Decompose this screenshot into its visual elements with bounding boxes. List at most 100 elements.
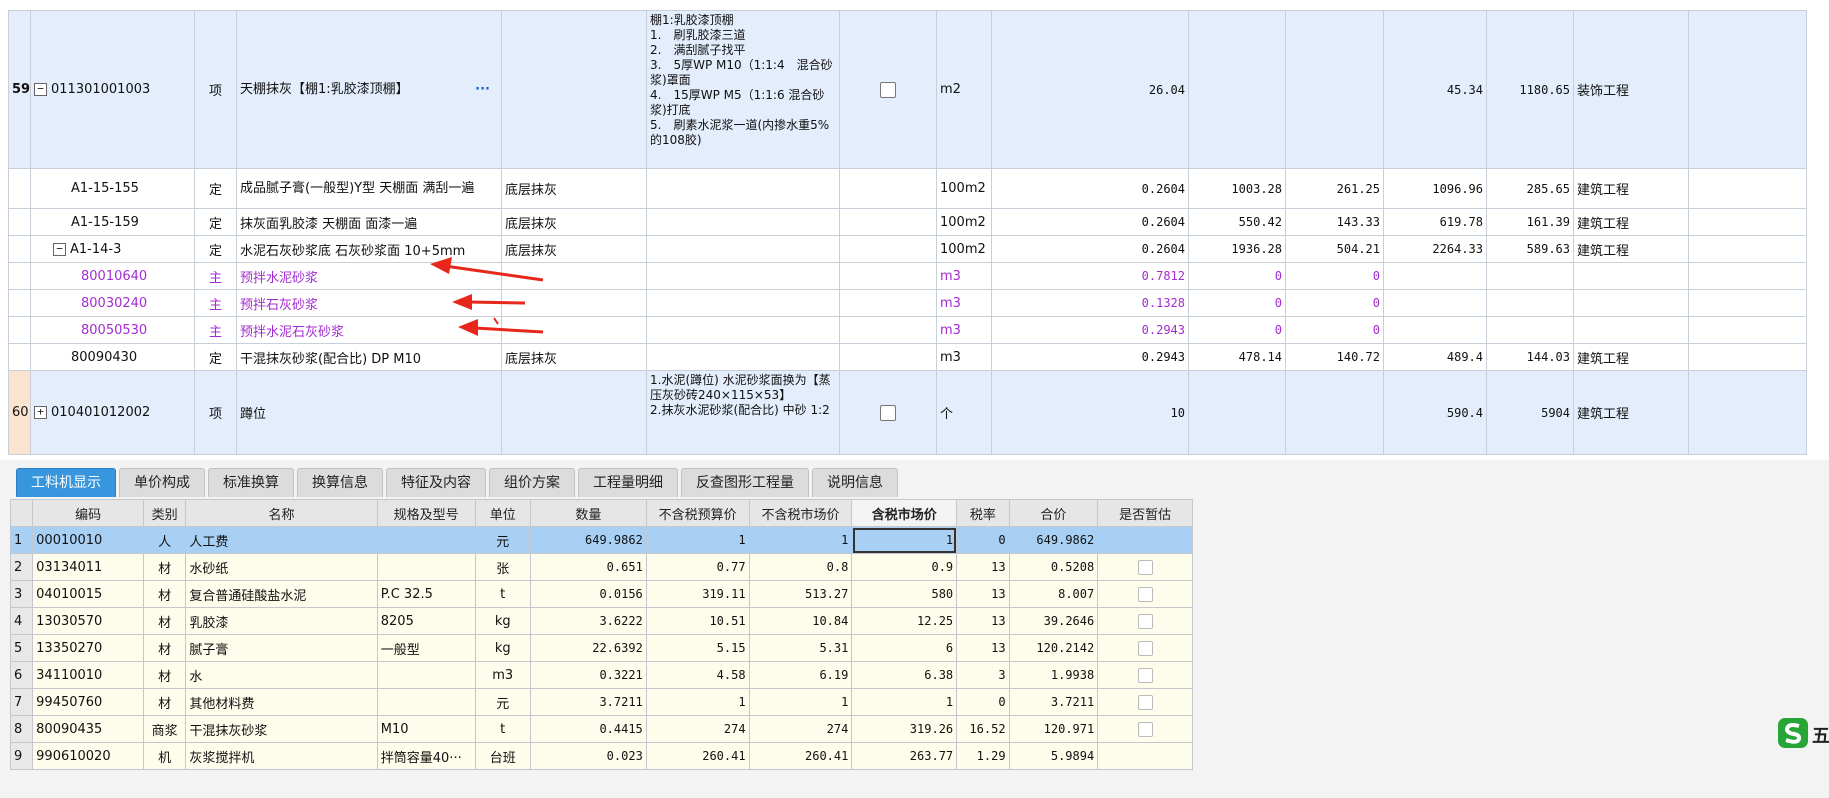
tab-4[interactable]: 特征及内容 (386, 468, 486, 497)
table-row[interactable]: 3 04010015 材复合普通硅酸盐水泥 P.C 32.5 t 0.0156 319.11… (9, 580, 1193, 608)
table-row[interactable]: 7 99450760 材其他材料费元 3.7211 1 1 1 0 3.7211 (9, 688, 1193, 716)
resource-spec[interactable]: P.C 32.5 (376, 580, 476, 608)
resource-spec[interactable]: 8205 (376, 607, 476, 635)
budget-price[interactable]: 10.51 (645, 607, 750, 635)
provisional-cell[interactable] (1097, 580, 1193, 608)
resource-qty[interactable]: 3.7211 (529, 688, 647, 716)
market-price[interactable]: 260.41 (748, 742, 853, 770)
column-header[interactable]: 不含税市场价 (748, 499, 853, 527)
budget-price[interactable]: 4.58 (645, 661, 750, 689)
table-row[interactable]: 6 34110010 材水 m3 0.3221 4.58 6.19 6.38 3 1.9938 (9, 661, 1193, 689)
resource-qty[interactable]: 0.0156 (529, 580, 647, 608)
market-price-tax-input[interactable]: 1 (851, 526, 958, 554)
resource-code[interactable]: 80090435 (32, 715, 144, 743)
resource-name[interactable]: 干混抹灰砂浆 (185, 715, 378, 743)
resource-qty[interactable]: 22.6392 (529, 634, 647, 662)
column-header[interactable]: 税率 (956, 499, 1010, 527)
budget-price[interactable]: 5.15 (645, 634, 750, 662)
resource-qty[interactable]: 0.4415 (529, 715, 647, 743)
provisional-checkbox[interactable] (1137, 613, 1153, 629)
resource-name[interactable]: 乳胶漆 (185, 607, 378, 635)
resource-name[interactable]: 腻子膏 (185, 634, 378, 662)
column-header[interactable]: 编码 (32, 499, 144, 527)
resource-spec[interactable] (376, 661, 476, 689)
provisional-cell[interactable] (1097, 742, 1193, 770)
tax-rate[interactable]: 0 (956, 688, 1010, 716)
resource-qty[interactable]: 0.023 (529, 742, 647, 770)
market-price-tax-input[interactable]: 6.38 (851, 661, 958, 689)
market-price-tax-input[interactable]: 1 (851, 688, 958, 716)
tab-3[interactable]: 换算信息 (297, 468, 383, 497)
market-price-tax-input[interactable]: 263.77 (851, 742, 958, 770)
column-header[interactable]: 含税市场价 (851, 499, 958, 527)
market-price[interactable]: 513.27 (748, 580, 853, 608)
resource-qty[interactable]: 3.6222 (529, 607, 647, 635)
resource-spec[interactable]: M10 (376, 715, 476, 743)
tab-0[interactable]: 工料机显示 (16, 468, 116, 497)
table-row[interactable]: 2 03134011 材水砂纸 张 0.651 0.77 0.8 0.9 13 0.5208 (9, 553, 1193, 581)
resource-code[interactable]: 990610020 (32, 742, 144, 770)
resource-spec[interactable]: 拌筒容量40··· (376, 742, 476, 770)
market-price[interactable]: 274 (748, 715, 853, 743)
resource-code[interactable]: 13030570 (32, 607, 144, 635)
market-price[interactable]: 6.19 (748, 661, 853, 689)
tax-rate[interactable]: 13 (956, 634, 1010, 662)
provisional-checkbox[interactable] (1137, 586, 1153, 602)
market-price-tax-input[interactable]: 12.25 (851, 607, 958, 635)
table-row[interactable]: 8 80090435 商浆 干混抹灰砂浆 M10 t 0.4415 274 274 319.26 1… (9, 715, 1193, 743)
column-header[interactable]: 规格及型号 (376, 499, 476, 527)
provisional-cell[interactable] (1097, 688, 1193, 716)
resource-code[interactable]: 03134011 (32, 553, 144, 581)
market-price[interactable]: 10.84 (748, 607, 853, 635)
resource-name[interactable]: 水 (185, 661, 378, 689)
budget-price[interactable]: 1 (645, 688, 750, 716)
resource-qty[interactable]: 0.3221 (529, 661, 647, 689)
column-header[interactable]: 单位 (474, 499, 531, 527)
table-row[interactable]: 4 13030570 材乳胶漆 8205 kg 3.6222 10.51 10.84 12.25… (9, 607, 1193, 635)
budget-price[interactable]: 0.77 (645, 553, 750, 581)
market-price-tax-input[interactable]: 6 (851, 634, 958, 662)
tab-2[interactable]: 标准换算 (208, 468, 294, 497)
tab-5[interactable]: 组价方案 (489, 468, 575, 497)
market-price[interactable]: 1 (748, 526, 853, 554)
tax-rate[interactable]: 3 (956, 661, 1010, 689)
resource-qty[interactable]: 649.9862 (529, 526, 647, 554)
tab-6[interactable]: 工程量明细 (578, 468, 678, 497)
tab-1[interactable]: 单价构成 (119, 468, 205, 497)
tax-rate[interactable]: 13 (956, 580, 1010, 608)
resource-name[interactable]: 灰浆搅拌机 (185, 742, 378, 770)
provisional-checkbox[interactable] (1137, 667, 1153, 683)
resource-spec[interactable]: 一般型 (376, 634, 476, 662)
resource-code[interactable]: 13350270 (32, 634, 144, 662)
budget-price[interactable]: 260.41 (645, 742, 750, 770)
tab-8[interactable]: 说明信息 (812, 468, 898, 497)
tax-rate[interactable]: 13 (956, 607, 1010, 635)
table-row[interactable]: 9 990610020 机灰浆搅拌机 拌筒容量40··· 台班 0.023 260.41 26… (9, 742, 1193, 770)
budget-price[interactable]: 1 (645, 526, 750, 554)
resource-spec[interactable] (376, 553, 476, 581)
provisional-cell[interactable] (1097, 607, 1193, 635)
column-header[interactable]: 是否暂估 (1097, 499, 1193, 527)
resource-code[interactable]: 00010010 (32, 526, 144, 554)
tax-rate[interactable]: 16.52 (956, 715, 1010, 743)
provisional-cell[interactable] (1097, 526, 1193, 554)
market-price[interactable]: 0.8 (748, 553, 853, 581)
resource-code[interactable]: 04010015 (32, 580, 144, 608)
tax-rate[interactable]: 1.29 (956, 742, 1010, 770)
column-header[interactable]: 名称 (185, 499, 378, 527)
resource-code[interactable]: 99450760 (32, 688, 144, 716)
market-price[interactable]: 1 (748, 688, 853, 716)
resource-name[interactable]: 水砂纸 (185, 553, 378, 581)
provisional-cell[interactable] (1097, 661, 1193, 689)
tax-rate[interactable]: 0 (956, 526, 1010, 554)
provisional-checkbox[interactable] (1137, 640, 1153, 656)
resource-name[interactable]: 人工费 (185, 526, 378, 554)
column-header[interactable]: 数量 (529, 499, 647, 527)
provisional-cell[interactable] (1097, 634, 1193, 662)
resource-name[interactable]: 复合普通硅酸盐水泥 (185, 580, 378, 608)
tax-rate[interactable]: 13 (956, 553, 1010, 581)
resource-code[interactable]: 34110010 (32, 661, 144, 689)
provisional-checkbox[interactable] (1137, 559, 1153, 575)
tab-7[interactable]: 反查图形工程量 (681, 468, 809, 497)
provisional-cell[interactable] (1097, 553, 1193, 581)
